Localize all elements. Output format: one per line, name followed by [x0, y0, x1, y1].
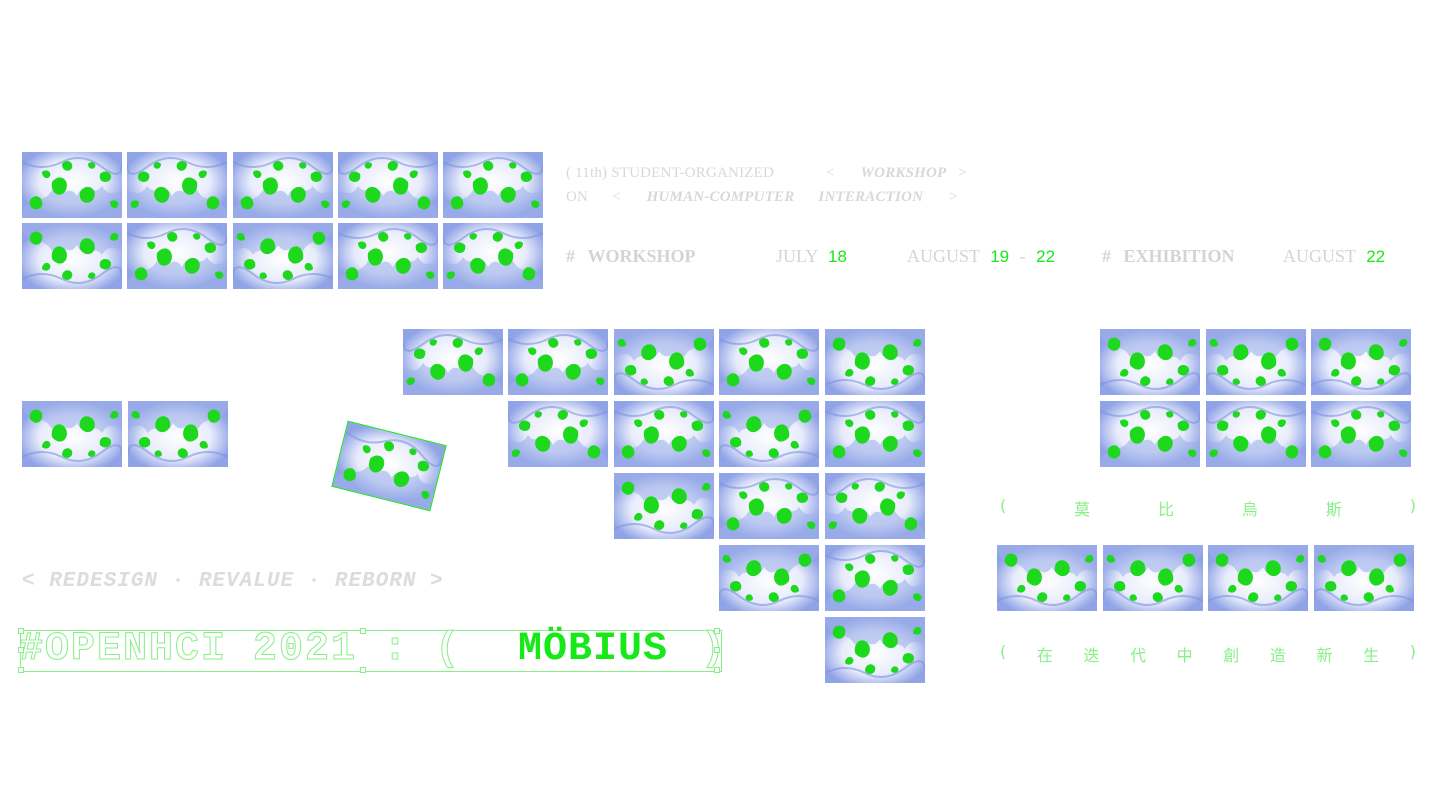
resize-handle[interactable]	[18, 628, 24, 634]
fractal-image	[443, 152, 543, 218]
fractal-image	[825, 617, 925, 683]
resize-handle[interactable]	[18, 647, 24, 653]
hci-word-2: INTERACTION	[818, 189, 924, 205]
exhibition-date: AUGUST 22	[1283, 246, 1385, 267]
info-on: ON	[566, 189, 589, 205]
info-line-1: ( 11th) STUDENT-ORGANIZED < WORKSHOP >	[566, 165, 967, 182]
fractal-image	[1103, 545, 1203, 611]
fractal-image	[1311, 401, 1411, 467]
info-line-2: ON < HUMAN-COMPUTER INTERACTION >	[566, 189, 958, 206]
workshop-label: WORKSHOP	[587, 246, 696, 266]
august-end: 22	[1036, 247, 1056, 266]
august-range: AUGUST 19 - 22	[907, 246, 1055, 267]
hash-mark: #	[566, 246, 575, 266]
cjk-char: )	[1409, 496, 1416, 515]
hci-word-1: HUMAN-COMPUTER	[646, 189, 795, 205]
cjk-char: 新	[1316, 646, 1333, 665]
info-prefix: ( 11th) STUDENT-ORGANIZED	[566, 165, 775, 181]
cjk-char: 烏	[1241, 500, 1258, 519]
cjk-line-mobius: ( 莫 比 烏 斯 )	[1000, 496, 1416, 520]
date-dash: -	[1019, 246, 1026, 266]
fractal-image	[1100, 329, 1200, 395]
bracket-right: >	[949, 189, 958, 205]
fractal-image	[719, 545, 819, 611]
fractal-image	[403, 329, 503, 395]
resize-handle[interactable]	[714, 628, 720, 634]
fractal-image	[233, 152, 333, 218]
fractal-image	[508, 401, 608, 467]
exhibition-block: # EXHIBITION	[1102, 246, 1235, 267]
exhibition-label: EXHIBITION	[1123, 246, 1235, 266]
fractal-image	[1206, 329, 1306, 395]
title-box[interactable]: #OPENHCI 2021 : ( MÖBIUS )	[18, 627, 726, 673]
fractal-image	[508, 329, 608, 395]
fractal-image	[443, 223, 543, 289]
fractal-image	[338, 223, 438, 289]
july-label: JULY	[776, 246, 818, 266]
bracket-left: <	[612, 189, 621, 205]
fractal-image	[127, 152, 227, 218]
resize-handle[interactable]	[360, 628, 366, 634]
schedule-row: # WORKSHOP	[566, 246, 696, 267]
cjk-char: 莫	[1074, 500, 1091, 519]
exh-month: AUGUST	[1283, 246, 1356, 266]
cjk-char: 迭	[1083, 646, 1100, 665]
fractal-image	[614, 473, 714, 539]
fractal-image	[1206, 401, 1306, 467]
cjk-char: 斯	[1325, 500, 1342, 519]
cjk-char: 代	[1130, 646, 1147, 665]
slogan: < REDESIGN · REVALUE · REBORN >	[22, 570, 444, 593]
fractal-image	[825, 545, 925, 611]
bracket-right: >	[958, 165, 968, 181]
cjk-line-tagline: ( 在 迭 代 中 創 造 新 生 )	[1000, 642, 1416, 666]
resize-handle[interactable]	[18, 667, 24, 673]
resize-handle[interactable]	[714, 667, 720, 673]
fractal-image	[128, 401, 228, 467]
cjk-char: 比	[1158, 500, 1175, 519]
fractal-image-rotated[interactable]	[331, 420, 447, 512]
exh-day: 22	[1366, 247, 1386, 266]
title-mobius: MÖBIUS	[518, 627, 669, 672]
bracket-left: <	[826, 165, 835, 181]
title-hashtag: #OPENHCI 2021 : (	[18, 627, 462, 673]
workshop-word: WORKSHOP	[860, 165, 947, 181]
cjk-char: (	[1000, 496, 1007, 515]
resize-handle[interactable]	[360, 667, 366, 673]
fractal-image	[719, 473, 819, 539]
cjk-char: 生	[1363, 646, 1380, 665]
cjk-char: 在	[1036, 646, 1053, 665]
fractal-image	[1208, 545, 1308, 611]
fractal-image	[127, 223, 227, 289]
fractal-image	[22, 401, 122, 467]
august-start: 19	[990, 247, 1010, 266]
july-day: 18	[828, 247, 847, 266]
fractal-image	[22, 223, 122, 289]
fractal-image	[1100, 401, 1200, 467]
cjk-char: 造	[1269, 646, 1286, 665]
fractal-image	[719, 401, 819, 467]
fractal-image	[1314, 545, 1414, 611]
resize-handle[interactable]	[714, 647, 720, 653]
fractal-image	[338, 152, 438, 218]
august-label: AUGUST	[907, 246, 980, 266]
fractal-image	[22, 152, 122, 218]
fractal-image	[825, 401, 925, 467]
cjk-char: 中	[1176, 646, 1193, 665]
fractal-image	[233, 223, 333, 289]
fractal-image	[614, 329, 714, 395]
cjk-char: 創	[1223, 646, 1240, 665]
fractal-image	[1311, 329, 1411, 395]
fractal-image	[614, 401, 714, 467]
cjk-char: )	[1409, 642, 1416, 661]
fractal-image	[997, 545, 1097, 611]
july-date: JULY 18	[776, 246, 847, 267]
fractal-image	[719, 329, 819, 395]
hash-mark: #	[1102, 246, 1111, 266]
cjk-char: (	[1000, 642, 1007, 661]
fractal-image	[825, 473, 925, 539]
fractal-image	[825, 329, 925, 395]
